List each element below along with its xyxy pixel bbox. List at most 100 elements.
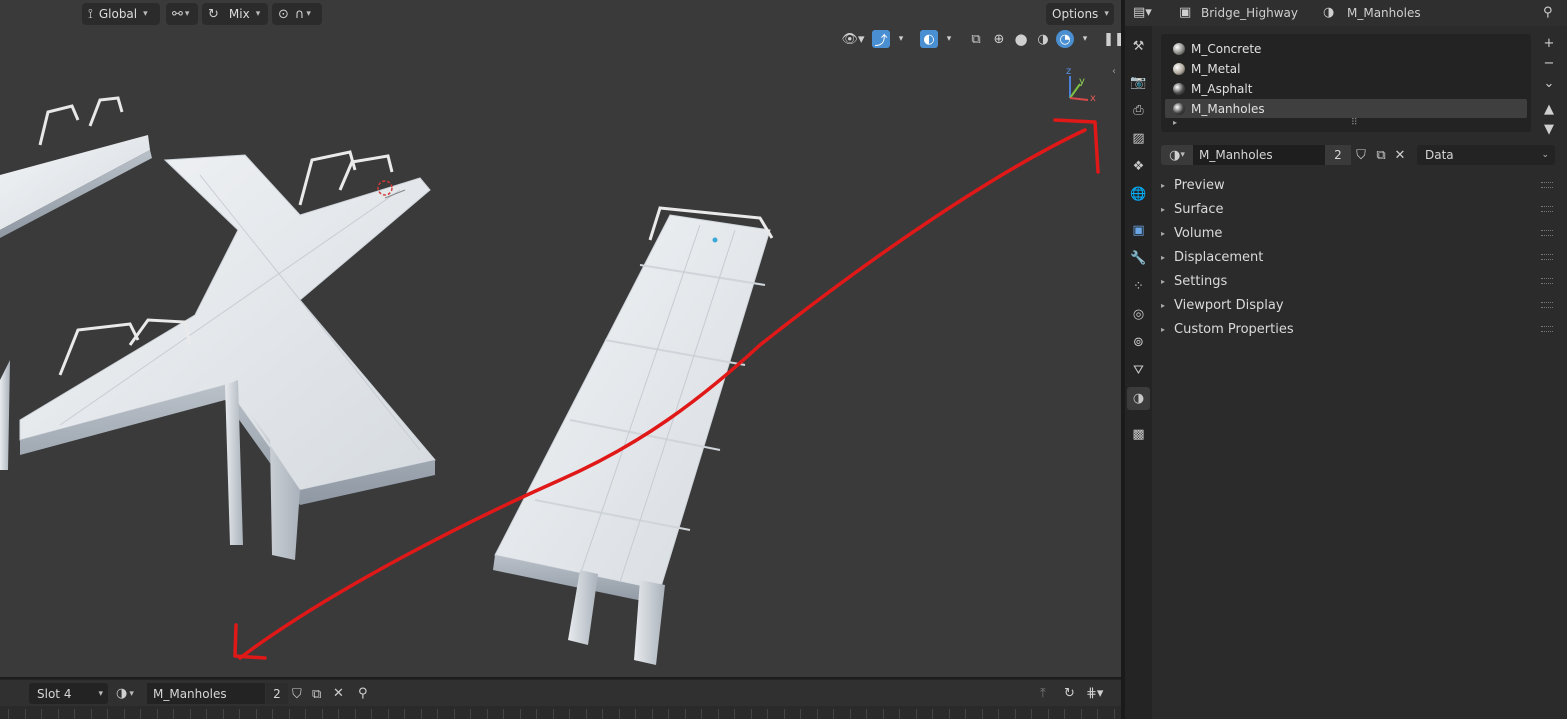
axis-gizmo[interactable]: z y x bbox=[1066, 66, 1096, 104]
list-item-selected[interactable]: M_Manholes bbox=[1165, 99, 1527, 118]
duplicate-icon[interactable]: ⧉ bbox=[1371, 148, 1391, 163]
drag-grip-icon[interactable] bbox=[1541, 182, 1553, 188]
sidebar-toggle-icon[interactable]: ‹ bbox=[1112, 66, 1116, 77]
rendered-shading-icon[interactable]: ◔ bbox=[1056, 30, 1074, 48]
chevron-down-icon[interactable]: ▾ bbox=[1078, 34, 1092, 44]
object-icon: ▣ bbox=[1179, 5, 1192, 20]
pin-icon[interactable]: ⚲ bbox=[358, 686, 368, 701]
list-item[interactable]: M_Metal bbox=[1165, 59, 1527, 78]
triangle-up-icon: ▲ bbox=[1544, 101, 1554, 117]
material-browse-button[interactable]: ◑ ▾ bbox=[1161, 145, 1193, 165]
tab-scene[interactable]: ❖ bbox=[1127, 155, 1150, 178]
snap-grid-icon[interactable]: ⋕▾ bbox=[1086, 686, 1103, 701]
3d-viewport[interactable]: z y x ⟟ Global ▾ ⚯ ▾ ↻ Mix ▾ ⊙ ∩ ▾ Optio… bbox=[0, 0, 1121, 677]
drag-grip-icon[interactable] bbox=[1541, 326, 1553, 332]
material-shading-icon[interactable]: ◑ bbox=[1034, 32, 1052, 47]
snap-dropdown[interactable]: ↻ Mix ▾ bbox=[202, 3, 268, 25]
world-icon: 🌐 bbox=[1130, 187, 1147, 202]
pivot-point-dropdown[interactable]: ⚯ ▾ bbox=[166, 3, 198, 25]
close-icon[interactable]: ✕ bbox=[1391, 148, 1409, 163]
tab-world[interactable]: 🌐 bbox=[1127, 183, 1150, 206]
visibility-eye-icon[interactable]: 👁▾ bbox=[838, 32, 868, 47]
list-filter-arrow-icon[interactable]: ▸ bbox=[1173, 118, 1177, 127]
timeline-tick bbox=[1114, 709, 1115, 719]
snap-arrow-icon[interactable]: ⤒ bbox=[1040, 686, 1046, 701]
close-icon[interactable]: ✕ bbox=[333, 686, 344, 701]
panel-settings[interactable]: ▸ Settings bbox=[1161, 270, 1559, 292]
material-browse-button[interactable]: ◑ ▾ bbox=[116, 683, 146, 704]
pause-render-icon[interactable]: ❚❚ bbox=[1103, 32, 1121, 47]
xray-icon[interactable]: ⧉ bbox=[966, 32, 986, 47]
material-datablock-row: ◑ ▾ M_Manholes 2 ⛉ ⧉ ✕ Data ⌄ bbox=[1161, 145, 1559, 165]
tab-tool[interactable]: ⚒ bbox=[1127, 35, 1150, 58]
list-item[interactable]: M_Concrete bbox=[1165, 39, 1527, 58]
timeline-tick bbox=[355, 709, 356, 719]
material-name-field[interactable]: M_Manholes bbox=[1193, 145, 1325, 165]
tab-render[interactable]: 📷 bbox=[1127, 71, 1150, 94]
tab-data[interactable]: ⛛ bbox=[1127, 359, 1150, 382]
transform-orientation-dropdown[interactable]: ⟟ Global ▾ bbox=[82, 3, 160, 25]
panel-surface[interactable]: ▸ Surface bbox=[1161, 198, 1559, 220]
drag-grip-icon[interactable] bbox=[1541, 230, 1553, 236]
chevron-down-icon[interactable]: ▾ bbox=[942, 34, 956, 44]
options-dropdown[interactable]: Options ▾ bbox=[1046, 3, 1114, 25]
solid-shading-icon[interactable]: ● bbox=[1012, 30, 1030, 48]
move-slot-up-button[interactable]: ▲ bbox=[1539, 99, 1559, 119]
chevron-down-icon[interactable]: ▾ bbox=[894, 34, 908, 44]
panel-displacement[interactable]: ▸ Displacement bbox=[1161, 246, 1559, 268]
users-count-button[interactable]: 2 bbox=[1325, 145, 1351, 165]
bridge-segment-x[interactable] bbox=[19, 150, 436, 560]
drag-grip-icon[interactable] bbox=[1541, 302, 1553, 308]
proportional-snap-icon[interactable]: ↻ bbox=[1064, 686, 1075, 701]
proportional-editing[interactable]: ⊙ ∩ ▾ bbox=[272, 3, 322, 25]
timeline-strip[interactable] bbox=[0, 706, 1121, 719]
timeline-tick bbox=[767, 709, 768, 719]
panel-label: Preview bbox=[1174, 177, 1225, 193]
tab-texture[interactable]: ▩ bbox=[1127, 423, 1150, 446]
move-slot-down-button[interactable]: ▼ bbox=[1539, 119, 1559, 139]
panel-custom-properties[interactable]: ▸ Custom Properties bbox=[1161, 318, 1559, 340]
viewport-shading-toolbar: 👁▾ ⤴ ▾ ◐ ▾ ⧉ ⊕ ● ◑ ◔ ▾ ❚❚ bbox=[838, 28, 1121, 50]
tab-constraints[interactable]: ⊚ bbox=[1127, 331, 1150, 354]
bridge-segment-straight[interactable] bbox=[493, 206, 774, 665]
duplicate-icon[interactable]: ⧉ bbox=[312, 687, 321, 702]
tab-physics[interactable]: ◎ bbox=[1127, 303, 1150, 326]
pin-icon[interactable]: ⚲ bbox=[1543, 5, 1553, 20]
fake-user-shield-icon[interactable]: ⛉ bbox=[1351, 148, 1371, 163]
tab-output[interactable]: ⎙ bbox=[1127, 99, 1150, 122]
overlay-toggle-icon[interactable]: ◐ bbox=[920, 30, 938, 48]
tab-modifiers[interactable]: 🔧 bbox=[1127, 247, 1150, 270]
material-slot-list[interactable]: M_Concrete M_Metal M_Asphalt M_Manholes … bbox=[1161, 34, 1531, 132]
drag-grip-icon[interactable] bbox=[1541, 206, 1553, 212]
tab-view-layer[interactable]: ▨ bbox=[1127, 127, 1150, 150]
material-name-field[interactable]: M_Manholes bbox=[147, 683, 265, 704]
remove-slot-button[interactable]: − bbox=[1539, 53, 1559, 73]
users-count-button[interactable]: 2 bbox=[266, 683, 288, 704]
fake-user-shield-icon[interactable]: ⛉ bbox=[292, 687, 302, 702]
tab-particles[interactable]: ⁘ bbox=[1127, 275, 1150, 298]
resize-handle-icon[interactable]: ⠿ bbox=[1351, 118, 1358, 128]
panel-viewport-display[interactable]: ▸ Viewport Display bbox=[1161, 294, 1559, 316]
timeline-tick bbox=[817, 709, 818, 719]
slot-specials-button[interactable]: ⌄ bbox=[1539, 73, 1559, 93]
gizmo-toggle-icon[interactable]: ⤴ bbox=[872, 30, 890, 49]
timeline-tick bbox=[173, 709, 174, 719]
link-dropdown[interactable]: Data ⌄ bbox=[1417, 145, 1555, 165]
drag-grip-icon[interactable] bbox=[1541, 254, 1553, 260]
chevron-down-icon: ▾ bbox=[143, 9, 148, 19]
tab-object[interactable]: ▣ bbox=[1127, 219, 1150, 242]
timeline-tick bbox=[602, 709, 603, 719]
drag-grip-icon[interactable] bbox=[1541, 278, 1553, 284]
timeline-tick bbox=[41, 709, 42, 719]
panel-preview[interactable]: ▸ Preview bbox=[1161, 174, 1559, 196]
tab-material[interactable]: ◑ bbox=[1127, 387, 1150, 410]
add-slot-button[interactable]: + bbox=[1539, 33, 1559, 53]
editor-type-icon[interactable]: ▤▾ bbox=[1133, 5, 1152, 20]
material-sphere-icon: ◑ bbox=[1169, 147, 1181, 163]
scene-canvas[interactable]: z y x bbox=[0, 0, 1121, 677]
list-item[interactable]: M_Asphalt bbox=[1165, 79, 1527, 98]
timeline-tick bbox=[289, 709, 290, 719]
wireframe-shading-icon[interactable]: ⊕ bbox=[990, 32, 1008, 47]
panel-volume[interactable]: ▸ Volume bbox=[1161, 222, 1559, 244]
slot-dropdown[interactable]: Slot 4 ▾ bbox=[29, 683, 108, 704]
